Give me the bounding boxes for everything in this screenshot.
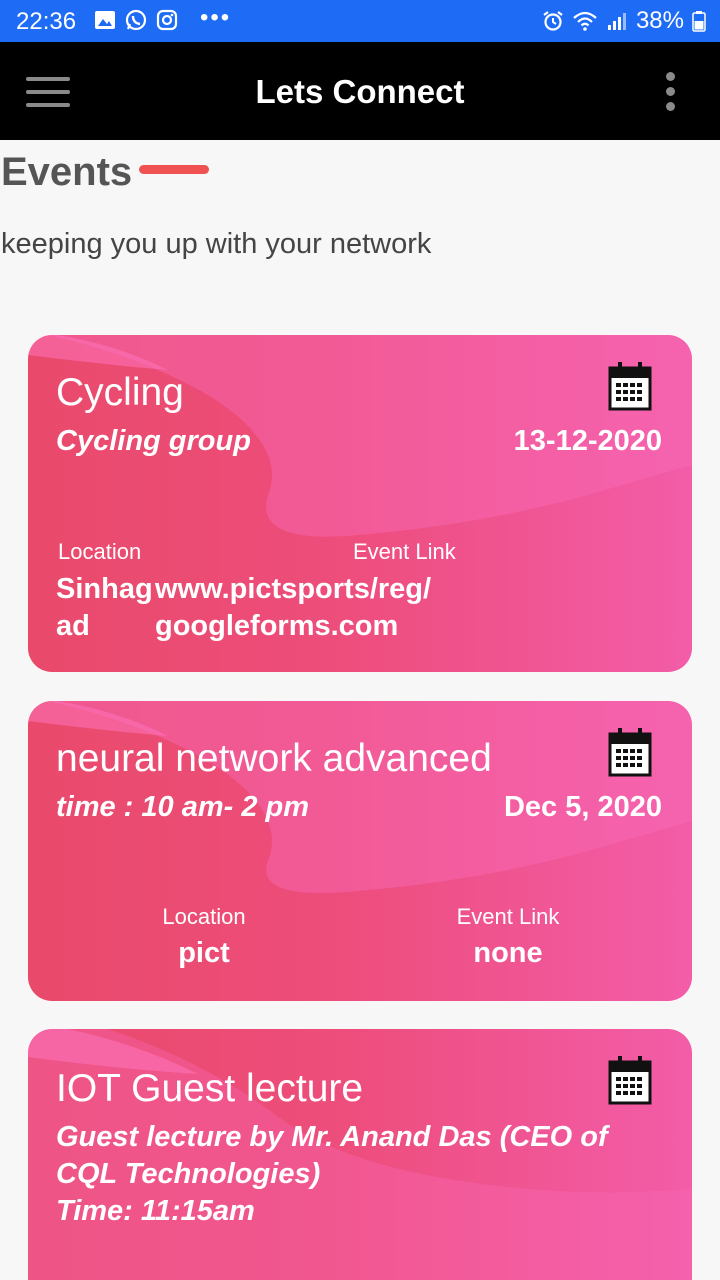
event-title: IOT Guest lecture	[56, 1067, 364, 1110]
app-title: Lets Connect	[255, 73, 465, 110]
link-line: googleforms.com	[155, 610, 399, 642]
page-subtitle: keeping you up with your network	[1, 228, 432, 260]
event-link-value[interactable]: none	[408, 935, 608, 972]
location-label: Location	[58, 539, 142, 564]
wifi-icon	[573, 11, 597, 31]
location-line: ad	[56, 610, 90, 642]
more-notifications-icon: •••	[200, 4, 232, 31]
whatsapp-icon	[125, 9, 147, 31]
event-card[interactable]: neural network advanced time : 10 am- 2 …	[28, 701, 692, 1001]
app-bar: Lets Connect	[0, 42, 720, 140]
page-title: Events	[1, 150, 133, 194]
event-date: 13-12-2020	[513, 425, 662, 457]
instagram-icon	[156, 9, 178, 31]
status-time: 22:36	[16, 8, 77, 35]
calendar-icon[interactable]	[608, 727, 652, 777]
alarm-icon	[543, 11, 563, 31]
event-title: neural network advanced	[56, 737, 492, 780]
location-value: Sinhag ad	[56, 571, 156, 645]
location-value: pict	[178, 937, 230, 969]
event-time: Time: 11:15am	[56, 1195, 255, 1227]
location-line: Sinhag	[56, 573, 153, 605]
event-title: Cycling	[56, 371, 184, 414]
event-card[interactable]: Cycling Cycling group 13-12-2020 Locatio…	[28, 335, 692, 672]
status-bar: 22:36 ••• 38%	[0, 0, 720, 42]
battery-icon	[692, 11, 706, 32]
more-vert-icon[interactable]	[664, 72, 678, 112]
gallery-icon	[95, 11, 115, 29]
event-card[interactable]: IOT Guest lecture Guest lecture by Mr. A…	[28, 1029, 692, 1280]
event-date: Dec 5, 2020	[503, 791, 662, 823]
event-link-label: Event Link	[456, 904, 560, 929]
signal-icon	[607, 13, 626, 30]
event-subtitle: Cycling group	[56, 425, 251, 457]
event-subtitle: Guest lecture by Mr. Anand Das (CEO of C…	[56, 1119, 608, 1230]
location-label: Location	[162, 904, 246, 929]
calendar-icon[interactable]	[608, 361, 652, 411]
battery-percent: 38%	[635, 7, 684, 34]
subtitle-line: Guest lecture by Mr. Anand Das (CEO of	[56, 1121, 608, 1153]
title-accent-bar	[139, 165, 209, 174]
event-link-label: Event Link	[353, 539, 456, 564]
calendar-icon[interactable]	[608, 1055, 652, 1105]
subtitle-line: CQL Technologies)	[56, 1158, 321, 1190]
event-subtitle: time : 10 am- 2 pm	[56, 791, 310, 823]
event-link-value[interactable]: www.pictsports/reg/ googleforms.com	[155, 571, 431, 645]
link-line: www.pictsports/reg/	[155, 573, 432, 605]
